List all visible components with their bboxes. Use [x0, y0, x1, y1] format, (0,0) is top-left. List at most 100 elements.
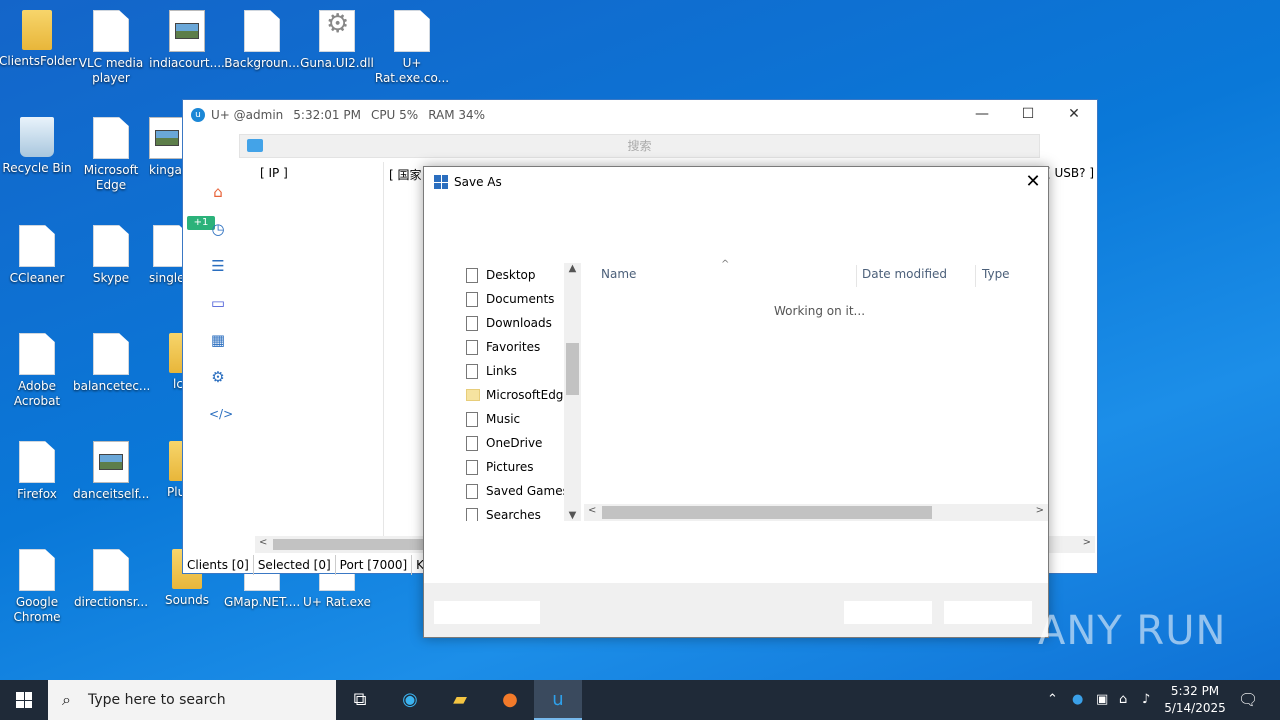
- nav-item-saved-games[interactable]: Saved Games: [466, 479, 580, 503]
- nav-item-documents[interactable]: Documents: [466, 287, 580, 311]
- desktop-icon-directions[interactable]: directionsr...: [73, 549, 149, 610]
- scroll-right-icon[interactable]: >: [1083, 537, 1091, 548]
- list-icon[interactable]: ☰: [209, 257, 227, 275]
- nav-vertical-scrollbar[interactable]: ▲ ▼: [564, 263, 581, 521]
- close-button[interactable]: ✕: [1051, 100, 1097, 129]
- windows-logo-icon: [16, 692, 32, 708]
- urat-time: 5:32:01 PM: [293, 107, 361, 122]
- column-country[interactable]: [ 国家: [389, 166, 422, 183]
- task-view-button[interactable]: ⧉: [336, 680, 384, 720]
- nav-item-onedrive[interactable]: OneDrive: [466, 431, 580, 455]
- urat-taskbar-icon[interactable]: u: [534, 680, 582, 720]
- firefox-taskbar-icon[interactable]: ●: [486, 680, 534, 720]
- desktop-icon-danceitself[interactable]: danceitself...: [73, 441, 149, 502]
- desktop-icon-acrobat[interactable]: Adobe Acrobat: [0, 333, 75, 409]
- file-icon: [466, 363, 478, 379]
- minimize-button[interactable]: —: [959, 100, 1005, 129]
- scroll-right-icon[interactable]: >: [1036, 505, 1044, 516]
- maximize-button[interactable]: ☐: [1005, 100, 1051, 129]
- notifications-icon[interactable]: 🗨: [1238, 680, 1258, 720]
- home-icon[interactable]: ⌂: [209, 183, 227, 201]
- show-hidden-icons-chevron-icon[interactable]: ⌃: [1047, 680, 1058, 720]
- file-icon: [93, 10, 129, 52]
- scrollbar-thumb[interactable]: [602, 506, 932, 519]
- file-explorer-taskbar-icon[interactable]: ▰: [436, 680, 484, 720]
- cancel-button[interactable]: [944, 601, 1032, 624]
- taskbar-search-input[interactable]: ⌕ Type here to search: [48, 680, 336, 720]
- desktop-icon-firefox[interactable]: Firefox: [0, 441, 75, 502]
- scrollbar-thumb[interactable]: [273, 539, 423, 550]
- desktop-icon-kinga[interactable]: kinga...: [149, 117, 183, 178]
- column-usb[interactable]: [ USB? ]: [1046, 166, 1094, 180]
- history-icon[interactable]: ◷: [209, 220, 227, 238]
- nav-item-pictures[interactable]: Pictures: [466, 455, 580, 479]
- column-separator: [383, 162, 384, 546]
- desktop-icon-plu[interactable]: Plu...: [149, 441, 183, 500]
- file-icon: [244, 10, 280, 52]
- desktop-icon-indiacourt[interactable]: indiacourt....: [149, 10, 225, 71]
- status-port: Port [7000]: [336, 555, 413, 575]
- file-icon: [93, 225, 129, 267]
- clock-date: 5/14/2025: [1164, 701, 1226, 715]
- nav-item-links[interactable]: Links: [466, 359, 580, 383]
- scroll-up-icon[interactable]: ▲: [564, 263, 581, 274]
- hide-folders-button[interactable]: [434, 601, 540, 624]
- anyrun-watermark: ANY RUN: [1038, 608, 1227, 654]
- desktop-icon-balancetec[interactable]: balancetec...: [73, 333, 150, 394]
- nav-item-desktop[interactable]: Desktop: [466, 263, 580, 287]
- nav-item-microsoftedge[interactable]: MicrosoftEdge: [466, 383, 580, 407]
- desktop-icon-chrome[interactable]: Google Chrome: [0, 549, 75, 625]
- file-icon: [466, 291, 478, 307]
- urat-ram: RAM 34%: [428, 107, 486, 122]
- nav-item-searches[interactable]: Searches: [466, 503, 580, 521]
- desktop-icon-vlc[interactable]: VLC media player: [73, 10, 149, 86]
- save-button[interactable]: [844, 601, 932, 624]
- column-type[interactable]: Type: [982, 267, 1010, 281]
- start-button[interactable]: [0, 680, 48, 720]
- column-date-modified[interactable]: Date modified: [862, 267, 947, 281]
- desktop-icon-guna-dll[interactable]: Guna.UI2.dll: [299, 10, 375, 71]
- column-ip[interactable]: [ IP ]: [260, 166, 288, 180]
- volume-icon[interactable]: ♪: [1142, 680, 1150, 720]
- image-file-icon: [93, 441, 129, 483]
- nav-item-downloads[interactable]: Downloads: [466, 311, 580, 335]
- loading-status: Working on it...: [774, 304, 866, 318]
- urat-title: U+ @admin: [211, 107, 284, 122]
- monitor-icon[interactable]: ▭: [209, 294, 227, 312]
- urat-logo-icon: u: [191, 107, 205, 122]
- desktop-icon-edge[interactable]: Microsoft Edge: [73, 117, 149, 193]
- network-icon[interactable]: ⌂: [1119, 680, 1127, 720]
- urat-cpu: CPU 5%: [370, 107, 419, 122]
- file-icon: [466, 267, 478, 283]
- sort-caret-icon: ^: [721, 259, 730, 270]
- scroll-left-icon[interactable]: <: [588, 505, 596, 516]
- scrollbar-thumb[interactable]: [566, 343, 579, 395]
- edge-taskbar-icon[interactable]: ◉: [386, 680, 434, 720]
- scroll-left-icon[interactable]: <: [259, 537, 267, 548]
- desktop-icon-recycle-bin[interactable]: Recycle Bin: [0, 117, 75, 176]
- desktop-icon-clientsfolder[interactable]: ClientsFolder: [0, 10, 77, 69]
- dialog-close-button[interactable]: ✕: [1018, 167, 1048, 197]
- urat-search-input[interactable]: 搜索: [239, 134, 1040, 158]
- settings-icon[interactable]: ⚙: [209, 368, 227, 386]
- desktop-icon-lc[interactable]: lc...: [149, 333, 183, 392]
- desktop-icon-skype[interactable]: Skype: [73, 225, 149, 286]
- device-tray-icon[interactable]: ▣: [1096, 680, 1108, 720]
- urat-tray-icon[interactable]: ●: [1072, 680, 1083, 720]
- nav-item-music[interactable]: Music: [466, 407, 580, 431]
- nav-item-favorites[interactable]: Favorites: [466, 335, 580, 359]
- save-as-dialog: Save As ✕ Desktop Documents Downloads Fa…: [423, 166, 1049, 638]
- dialog-footer: [424, 583, 1048, 637]
- dashboard-icon[interactable]: ▦: [209, 331, 227, 349]
- taskbar-clock[interactable]: 5:32 PM 5/14/2025: [1160, 683, 1230, 717]
- desktop-icon-ccleaner[interactable]: CCleaner: [0, 225, 75, 286]
- column-separator: [856, 265, 857, 287]
- desktop-icon-background[interactable]: Backgroun...: [224, 10, 300, 71]
- desktop-icon-urat-config[interactable]: U+ Rat.exe.co...: [374, 10, 450, 86]
- column-name[interactable]: Name: [601, 267, 636, 281]
- code-icon[interactable]: </>: [209, 405, 233, 423]
- status-selected: Selected [0]: [254, 555, 336, 575]
- desktop-icon-single[interactable]: single...: [149, 225, 183, 286]
- files-horizontal-scrollbar[interactable]: < >: [584, 504, 1048, 521]
- scroll-down-icon[interactable]: ▼: [564, 510, 581, 521]
